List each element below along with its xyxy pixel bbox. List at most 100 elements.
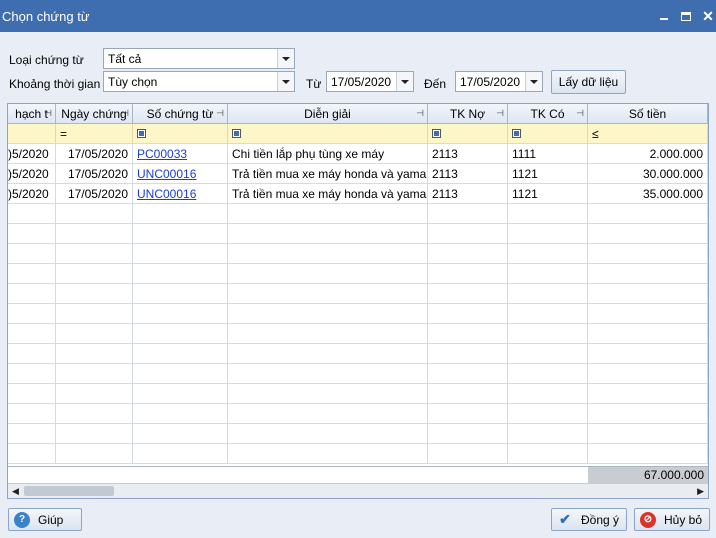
col-header-description[interactable]: Diễn giải ⊣: [228, 104, 428, 124]
filter-accounting-date[interactable]: [8, 124, 56, 144]
filter-debit-account[interactable]: [428, 124, 508, 144]
empty-row: [8, 264, 708, 284]
pin-icon[interactable]: ⊣: [44, 108, 52, 119]
empty-cell: [428, 324, 508, 344]
empty-cell: [8, 324, 56, 344]
voucher-link[interactable]: UNC00016: [137, 187, 196, 201]
scroll-right-icon[interactable]: ▶: [697, 486, 704, 497]
filter-voucher-date[interactable]: =: [56, 124, 133, 144]
filter-amount[interactable]: ≤: [588, 124, 708, 144]
help-button[interactable]: ? Giúp: [8, 508, 82, 531]
empty-cell: [56, 344, 133, 364]
voucher-link[interactable]: UNC00016: [137, 167, 196, 181]
period-select-arrow[interactable]: [277, 72, 294, 91]
period-select[interactable]: Tùy chọn: [103, 71, 295, 92]
from-date-arrow[interactable]: [396, 72, 413, 91]
close-button[interactable]: ✕: [700, 8, 716, 24]
type-select[interactable]: Tất cả: [103, 48, 295, 69]
ok-button[interactable]: ✔ Đồng ý: [551, 508, 627, 531]
empty-cell: [133, 304, 228, 324]
empty-cell: [508, 204, 588, 224]
window-title: Chọn chứng từ: [2, 8, 90, 24]
cancel-label: Hủy bỏ: [664, 512, 703, 527]
col-header-label: Số chứng từ: [146, 106, 214, 121]
empty-cell: [428, 384, 508, 404]
col-header-label: Số tiền: [628, 106, 667, 121]
cell-credit-account: 1121: [508, 164, 588, 184]
cell-description: Trả tiền mua xe máy honda và yama...: [228, 184, 428, 204]
filter-credit-account[interactable]: [508, 124, 588, 144]
help-icon: ?: [14, 511, 30, 528]
period-select-value: Tùy chọn: [108, 74, 158, 89]
empty-row: [8, 224, 708, 244]
scroll-thumb[interactable]: [24, 486, 114, 496]
filter-operator-icon[interactable]: [137, 129, 146, 138]
get-data-button[interactable]: Lấy dữ liệu: [551, 70, 626, 94]
col-header-voucher-number[interactable]: Số chứng từ ⊣: [133, 104, 228, 124]
filter-operator-icon[interactable]: [512, 129, 521, 138]
filter-operator[interactable]: ≤: [592, 127, 599, 141]
empty-cell: [8, 284, 56, 304]
cell-description: Trả tiền mua xe máy honda và yama...: [228, 164, 428, 184]
empty-cell: [508, 224, 588, 244]
empty-cell: [228, 284, 428, 304]
minimize-icon: [660, 18, 668, 20]
empty-cell: [508, 424, 588, 444]
cell-accounting-date: )5/2020: [8, 164, 56, 184]
table-row[interactable]: )5/2020 17/05/2020 UNC00016 Trả tiền mua…: [8, 164, 708, 184]
col-header-accounting-date[interactable]: hạch t ⊣: [8, 104, 56, 124]
empty-cell: [8, 444, 56, 464]
pin-icon[interactable]: ⊣: [416, 108, 424, 119]
pin-icon[interactable]: ⊣: [216, 108, 224, 119]
from-date-picker[interactable]: 17/05/2020: [326, 71, 414, 92]
to-date-picker[interactable]: 17/05/2020: [455, 71, 543, 92]
cell-debit-account: 2113: [428, 144, 508, 164]
col-header-debit-account[interactable]: TK Nợ ⊣: [428, 104, 508, 124]
filter-operator[interactable]: =: [60, 127, 67, 141]
empty-cell: [428, 304, 508, 324]
empty-row: [8, 284, 708, 304]
cell-voucher-number[interactable]: PC00033: [133, 144, 228, 164]
scroll-left-icon[interactable]: ◀: [12, 486, 19, 497]
cell-description: Chi tiền lắp phụ tùng xe máy: [228, 144, 428, 164]
col-header-credit-account[interactable]: TK Có ⊣: [508, 104, 588, 124]
minimize-button[interactable]: [656, 8, 672, 24]
empty-row: [8, 424, 708, 444]
cell-voucher-number[interactable]: UNC00016: [133, 164, 228, 184]
cancel-button[interactable]: ⊘ Hủy bỏ: [634, 508, 710, 531]
table-row[interactable]: )5/2020 17/05/2020 PC00033 Chi tiền lắp …: [8, 144, 708, 164]
col-header-amount[interactable]: Số tiền: [588, 104, 708, 124]
chevron-down-icon: [282, 56, 290, 61]
col-header-voucher-date[interactable]: Ngày chứng ⊣: [56, 104, 133, 124]
empty-cell: [228, 224, 428, 244]
filter-description[interactable]: [228, 124, 428, 144]
cell-voucher-date: 17/05/2020: [56, 184, 133, 204]
empty-cell: [588, 404, 708, 424]
horizontal-scrollbar[interactable]: ◀ ▶: [8, 483, 708, 498]
cell-voucher-number[interactable]: UNC00016: [133, 184, 228, 204]
empty-cell: [133, 224, 228, 244]
filter-operator-icon[interactable]: [432, 129, 441, 138]
voucher-link[interactable]: PC00033: [137, 147, 187, 161]
empty-cell: [428, 204, 508, 224]
cell-voucher-date: 17/05/2020: [56, 164, 133, 184]
empty-cell: [228, 344, 428, 364]
type-select-arrow[interactable]: [277, 49, 294, 68]
col-header-label: Diễn giải: [304, 106, 351, 121]
pin-icon[interactable]: ⊣: [496, 108, 504, 119]
filter-operator-icon[interactable]: [232, 129, 241, 138]
empty-cell: [133, 404, 228, 424]
empty-cell: [133, 244, 228, 264]
cell-accounting-date: )5/2020: [8, 184, 56, 204]
empty-row: [8, 324, 708, 344]
empty-cell: [228, 424, 428, 444]
empty-cell: [8, 384, 56, 404]
maximize-button[interactable]: [678, 8, 694, 24]
pin-icon[interactable]: ⊣: [121, 108, 129, 119]
empty-row: [8, 344, 708, 364]
to-date-arrow[interactable]: [525, 72, 542, 91]
empty-cell: [8, 304, 56, 324]
table-row[interactable]: )5/2020 17/05/2020 UNC00016 Trả tiền mua…: [8, 184, 708, 204]
pin-icon[interactable]: ⊣: [576, 108, 584, 119]
filter-voucher-number[interactable]: [133, 124, 228, 144]
